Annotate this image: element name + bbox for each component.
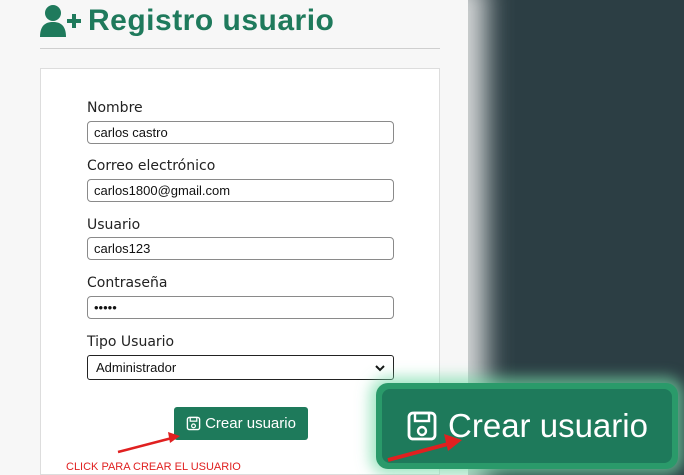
title-divider xyxy=(40,48,440,49)
page-header: Registro usuario xyxy=(40,4,334,38)
click-hint: CLICK PARA CREAR EL USUARIO xyxy=(66,461,241,473)
usuario-label: Usuario xyxy=(87,217,141,233)
tipo-usuario-selected: Administrador xyxy=(96,360,177,375)
zoomed-button-callout: Crear usuario xyxy=(376,383,678,469)
correo-label: Correo electrónico xyxy=(87,158,216,174)
page-title: Registro usuario xyxy=(88,4,335,37)
zoomed-button-label: Crear usuario xyxy=(448,407,648,444)
user-plus-icon xyxy=(40,5,81,37)
zoomed-crear-usuario-button: Crear usuario xyxy=(382,389,672,463)
crear-usuario-button[interactable]: Crear usuario xyxy=(174,407,308,440)
usuario-input[interactable] xyxy=(87,237,394,260)
save-icon xyxy=(186,416,201,431)
crear-usuario-label: Crear usuario xyxy=(205,415,296,432)
tipo-usuario-label: Tipo Usuario xyxy=(87,334,175,350)
nombre-input[interactable] xyxy=(87,121,394,144)
nombre-label: Nombre xyxy=(87,100,143,116)
tipo-usuario-select[interactable]: Administrador xyxy=(87,355,394,380)
chevron-down-icon xyxy=(375,364,385,371)
save-icon xyxy=(407,411,437,441)
correo-input[interactable] xyxy=(87,179,394,202)
contrasena-label: Contraseña xyxy=(87,275,168,291)
contrasena-input[interactable] xyxy=(87,296,394,319)
